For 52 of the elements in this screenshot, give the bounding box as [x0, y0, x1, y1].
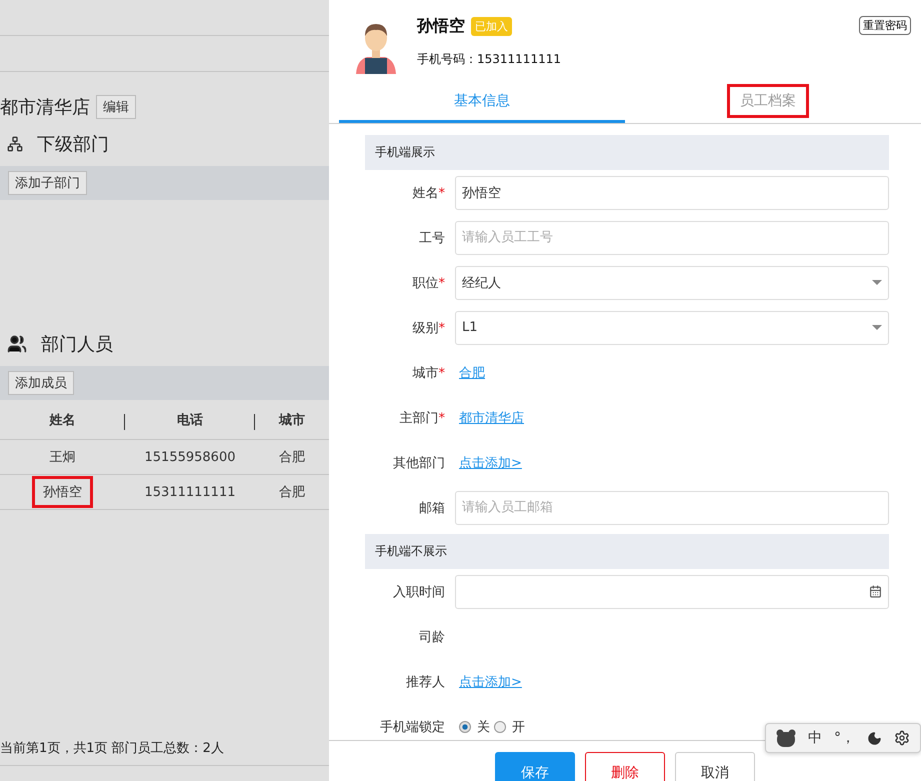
reset-password-button[interactable]: 重置密码	[859, 16, 911, 35]
select-field[interactable]: 经纪人	[455, 266, 889, 300]
table-cell-text: 王炯	[48, 449, 76, 467]
action-button[interactable]: 删除	[585, 752, 665, 781]
date-field[interactable]	[455, 574, 889, 608]
field-label: 推荐人	[405, 674, 446, 690]
calendar-icon	[869, 585, 882, 598]
action-button[interactable]: 取消	[675, 752, 755, 781]
field-label: 工号	[418, 230, 446, 246]
table-cell-text: 合肥	[279, 449, 305, 466]
section-header: 手机端展示	[365, 135, 889, 170]
people-icon	[7, 334, 27, 354]
text-field[interactable]: 孙悟空	[455, 176, 889, 210]
section-header: 手机端不展示	[365, 534, 889, 569]
input-mode[interactable]: 中	[808, 729, 822, 747]
edit-button[interactable]: 编辑	[96, 95, 136, 119]
column-header: 姓名	[0, 400, 125, 440]
table-cell: 孙悟空	[32, 476, 93, 508]
text-field[interactable]: 请输入员工邮箱	[455, 490, 889, 524]
field-label: 姓名*	[412, 184, 446, 202]
table-cell: 15311111111	[144, 484, 236, 500]
employee-name: 孙悟空	[417, 16, 465, 37]
add-subdepartment-button[interactable]: 添加子部门	[8, 171, 87, 195]
select-field[interactable]: L1	[455, 310, 889, 344]
field-label: 城市*	[412, 364, 446, 382]
section-title: 部门人员	[41, 333, 113, 356]
field-label: 级别*	[412, 320, 446, 336]
column-header: 电话	[125, 400, 255, 440]
table-cell-text: 合肥	[279, 484, 305, 501]
field-label: 司龄	[418, 628, 446, 646]
radio-button[interactable]	[494, 720, 506, 732]
field-label: 手机端锁定	[379, 718, 446, 736]
moon-icon[interactable]	[867, 730, 882, 746]
add-member-button[interactable]: 添加成员	[8, 371, 74, 395]
pagination-text: 当前第1页，共1页 部门员工总数：2人	[0, 740, 224, 756]
radio-label: 关	[477, 718, 490, 736]
org-chart-icon	[7, 136, 23, 152]
field-label: 邮箱	[418, 500, 446, 516]
field-label: 其他部门	[392, 454, 446, 472]
department-name: 都市清华店	[0, 96, 90, 119]
field-label: 主部门*	[398, 410, 446, 426]
field-label: 职位*	[412, 274, 446, 292]
section-title: 下级部门	[37, 133, 109, 156]
radio-label: 开	[512, 718, 525, 736]
text-field[interactable]: 请输入员工工号	[455, 220, 889, 254]
settings-icon[interactable]	[894, 730, 910, 746]
punctuation-mode[interactable]: °，	[834, 729, 855, 747]
table-cell: 15155958600	[144, 450, 236, 464]
phone-number: 手机号码：15311111111	[417, 51, 562, 68]
status-badge: 已加入	[471, 17, 512, 36]
field-label: 入职时间	[392, 584, 446, 600]
radio-button[interactable]	[459, 720, 471, 732]
